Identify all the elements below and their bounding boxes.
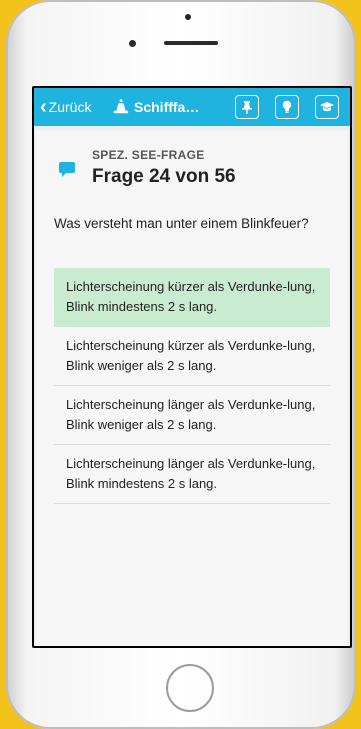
back-label: Zurück [48, 99, 92, 115]
answer-option-3[interactable]: Lichterscheinung länger als Verdunke-lun… [54, 386, 330, 445]
graduation-cap-icon [320, 102, 334, 112]
screen-inner: ‹ Zurück Schifffa… SPEZ. SEE-FRAGE Frage… [34, 88, 350, 646]
answer-text: Lichterscheinung kürzer als Verdunke-lun… [66, 338, 316, 373]
answer-text: Lichterscheinung länger als Verdunke-lun… [66, 397, 316, 432]
answer-option-1[interactable]: Lichterscheinung kürzer als Verdunke-lun… [54, 268, 330, 327]
lightbulb-icon [282, 100, 292, 113]
nav-title-text: Schifffa… [134, 99, 200, 115]
question-category: SPEZ. SEE-FRAGE [92, 148, 205, 162]
question-text: Was versteht man unter einem Blinkfeuer? [54, 216, 309, 231]
answer-text: Lichterscheinung kürzer als Verdunke-lun… [66, 279, 316, 314]
chat-bubble-icon [59, 162, 75, 177]
front-camera [129, 40, 136, 47]
answer-option-2[interactable]: Lichterscheinung kürzer als Verdunke-lun… [54, 327, 330, 386]
camera-dot [185, 14, 191, 20]
answer-option-4[interactable]: Lichterscheinung länger als Verdunke-lun… [54, 445, 330, 504]
learn-button[interactable] [315, 95, 339, 119]
home-button[interactable] [166, 664, 214, 712]
question-card: SPEZ. SEE-FRAGE Frage 24 von 56 Was vers… [36, 130, 348, 646]
question-number: Frage 24 von 56 [92, 166, 236, 187]
hint-button[interactable] [275, 95, 299, 119]
phone-frame: ‹ Zurück Schifffa… SPEZ. SEE-FRAGE Frage… [6, 0, 356, 729]
nav-bar: ‹ Zurück Schifffa… [34, 88, 350, 126]
pin-icon [242, 101, 252, 114]
question-header: SPEZ. SEE-FRAGE Frage 24 von 56 [58, 144, 318, 194]
chevron-left-icon: ‹ [40, 96, 47, 118]
nav-title: Schifffa… [112, 88, 199, 126]
back-button[interactable]: ‹ Zurück [40, 88, 91, 126]
answer-list: Lichterscheinung kürzer als Verdunke-lun… [54, 268, 330, 504]
answer-text: Lichterscheinung länger als Verdunke-lun… [66, 456, 316, 491]
ship-bell-icon [113, 99, 129, 114]
screen: ‹ Zurück Schifffa… SPEZ. SEE-FRAGE Frage… [32, 86, 352, 648]
pin-button[interactable] [235, 95, 259, 119]
speaker-grille [164, 41, 218, 45]
